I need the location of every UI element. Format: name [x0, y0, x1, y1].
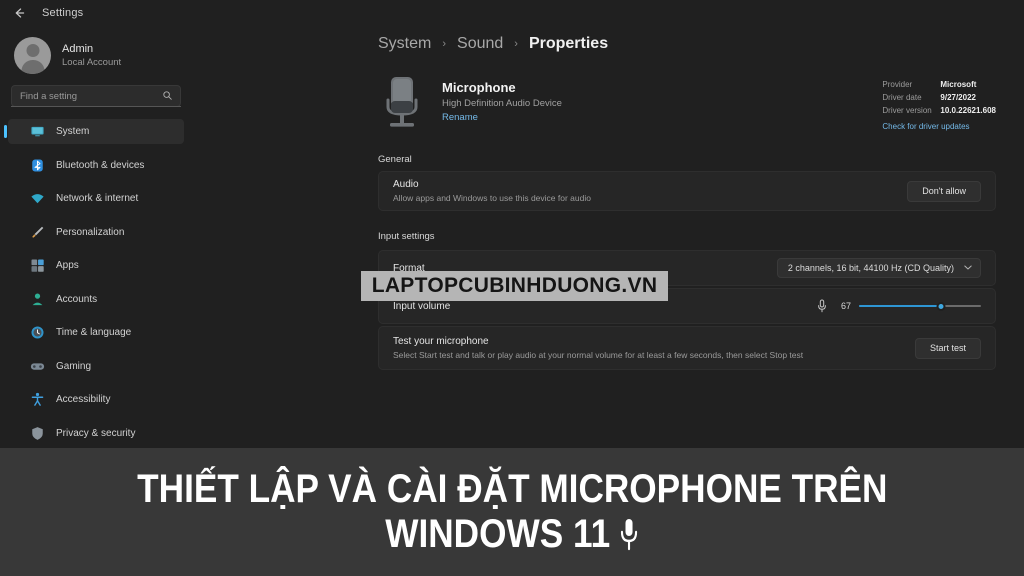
- input-volume-value: 67: [840, 301, 851, 311]
- rename-link[interactable]: Rename: [442, 112, 562, 123]
- breadcrumb-item-properties: Properties: [528, 35, 609, 52]
- user-avatar-icon: [14, 37, 51, 74]
- sidebar-item-gaming[interactable]: Gaming: [8, 354, 184, 379]
- search-underline: [11, 106, 181, 107]
- sidebar-item-label: Gaming: [56, 360, 92, 372]
- driver-date-value: 9/27/2022: [940, 93, 976, 102]
- sidebar-item-label: Bluetooth & devices: [56, 159, 145, 171]
- watermark-overlay: LAPTOPCUBINHDUONG.VN: [361, 271, 668, 301]
- check-driver-updates-link[interactable]: Check for driver updates: [882, 122, 996, 131]
- sidebar-nav: System Bluetooth & devices Network & int…: [0, 119, 192, 488]
- general-section-label: General: [378, 154, 412, 165]
- back-arrow-icon[interactable]: [10, 4, 28, 22]
- input-volume-slider[interactable]: [859, 299, 981, 313]
- sidebar-item-label: Network & internet: [56, 193, 139, 204]
- watermark-text: LAPTOPCUBINHDUONG.VN: [371, 274, 658, 297]
- sidebar-item-apps[interactable]: Apps: [8, 253, 184, 278]
- breadcrumb-separator: ›: [442, 38, 447, 50]
- sidebar: Admin Local Account Find a setting Syste…: [0, 26, 192, 473]
- sidebar-item-label: Accounts: [56, 293, 98, 305]
- sidebar-item-label: Apps: [56, 260, 79, 271]
- driver-version-label: Driver version: [882, 106, 932, 115]
- test-microphone-row: Test your microphone Select Start test a…: [378, 326, 996, 370]
- account-text: Admin Local Account: [62, 43, 121, 68]
- device-subtitle: High Definition Audio Device: [442, 98, 562, 109]
- search-icon: [163, 90, 172, 102]
- breadcrumb-item-system[interactable]: System: [378, 35, 431, 53]
- microphone-icon: [619, 518, 638, 552]
- driver-provider-label: Provider: [882, 80, 913, 89]
- device-name: Microphone: [442, 80, 516, 95]
- wifi-icon: [30, 191, 45, 206]
- audio-permission-row: Audio Allow apps and Windows to use this…: [378, 171, 996, 211]
- sidebar-item-label: Personalization: [56, 226, 125, 238]
- sidebar-item-system[interactable]: System: [4, 119, 184, 144]
- sidebar-item-label: System: [56, 126, 90, 137]
- device-header: Microphone High Definition Audio Device …: [378, 74, 562, 134]
- microphone-small-icon: [817, 299, 827, 313]
- caption-line-2: WINDOWS 11: [385, 512, 638, 556]
- sidebar-item-accessibility[interactable]: Accessibility: [8, 387, 184, 412]
- search-placeholder: Find a setting: [20, 90, 78, 102]
- microphone-icon: [378, 74, 426, 134]
- audio-description: Allow apps and Windows to use this devic…: [393, 193, 591, 203]
- input-volume-control: 67: [817, 299, 981, 313]
- device-meta: Microphone High Definition Audio Device …: [442, 74, 562, 123]
- account-type: Local Account: [62, 57, 122, 68]
- slider-thumb[interactable]: [936, 301, 946, 311]
- driver-provider-value: Microsoft: [940, 80, 977, 89]
- audio-title: Audio: [393, 179, 419, 190]
- shield-icon: [30, 426, 45, 441]
- input-volume-label: Input volume: [393, 300, 451, 312]
- sidebar-item-time-language[interactable]: Time & language: [8, 320, 184, 345]
- apps-icon: [30, 258, 45, 273]
- titlebar-label: Settings: [42, 7, 84, 19]
- test-microphone-description: Select Start test and talk or play audio…: [393, 350, 804, 360]
- sidebar-item-bluetooth-devices[interactable]: Bluetooth & devices: [8, 153, 184, 178]
- display-icon: [30, 124, 45, 139]
- caption-line-2-text: WINDOWS 11: [385, 512, 611, 556]
- sidebar-item-label: Privacy & security: [56, 427, 136, 439]
- driver-info: Provider Microsoft Driver date 9/27/2022…: [882, 80, 996, 131]
- sidebar-item-personalization[interactable]: Personalization: [8, 220, 184, 245]
- test-texts: Test your microphone Select Start test a…: [393, 336, 803, 360]
- driver-date-row: Driver date 9/27/2022: [882, 93, 996, 102]
- account-name: Admin: [62, 43, 94, 55]
- sidebar-item-accounts[interactable]: Accounts: [8, 287, 184, 312]
- sidebar-item-label: Accessibility: [56, 394, 111, 405]
- bluetooth-icon: [30, 158, 45, 173]
- input-settings-section-label: Input settings: [378, 231, 435, 242]
- accessibility-icon: [30, 392, 45, 407]
- test-microphone-title: Test your microphone: [393, 336, 489, 347]
- driver-date-label: Driver date: [882, 93, 922, 102]
- slider-fill: [859, 305, 941, 307]
- audio-texts: Audio Allow apps and Windows to use this…: [393, 179, 591, 203]
- clock-icon: [30, 325, 45, 340]
- titlebar: Settings: [0, 0, 1024, 26]
- format-value: 2 channels, 16 bit, 44100 Hz (CD Quality…: [787, 263, 954, 273]
- driver-version-row: Driver version 10.0.22621.608: [882, 106, 996, 115]
- search-input[interactable]: Find a setting: [11, 85, 181, 107]
- breadcrumb-item-sound[interactable]: Sound: [457, 35, 503, 53]
- breadcrumb-separator: ›: [514, 38, 518, 50]
- chevron-down-icon: [964, 265, 972, 272]
- gamepad-icon: [30, 359, 45, 374]
- driver-provider-row: Provider Microsoft: [882, 80, 996, 89]
- content-pane: System › Sound › Properties Microphone H…: [192, 26, 1024, 448]
- dont-allow-button[interactable]: Don't allow: [907, 180, 981, 202]
- caption-band: THIẾT LẬP VÀ CÀI ĐẶT MICROPHONE TRÊN WIN…: [0, 448, 1024, 576]
- caption-line-1: THIẾT LẬP VÀ CÀI ĐẶT MICROPHONE TRÊN: [136, 466, 888, 511]
- person-icon: [30, 292, 45, 307]
- format-dropdown[interactable]: 2 channels, 16 bit, 44100 Hz (CD Quality…: [776, 258, 981, 278]
- sidebar-item-privacy-security[interactable]: Privacy & security: [8, 421, 184, 446]
- driver-version-value: 10.0.22621.608: [940, 106, 996, 115]
- start-test-button[interactable]: Start test: [914, 337, 981, 359]
- sidebar-item-label: Time & language: [56, 327, 132, 338]
- account-block[interactable]: Admin Local Account: [0, 26, 192, 74]
- paintbrush-icon: [30, 225, 45, 240]
- breadcrumb: System › Sound › Properties: [378, 35, 608, 53]
- settings-window: Settings Admin Local Account Find a sett…: [0, 0, 1024, 473]
- screenshot-root: Settings Admin Local Account Find a sett…: [0, 0, 1024, 576]
- sidebar-item-network-internet[interactable]: Network & internet: [8, 186, 184, 211]
